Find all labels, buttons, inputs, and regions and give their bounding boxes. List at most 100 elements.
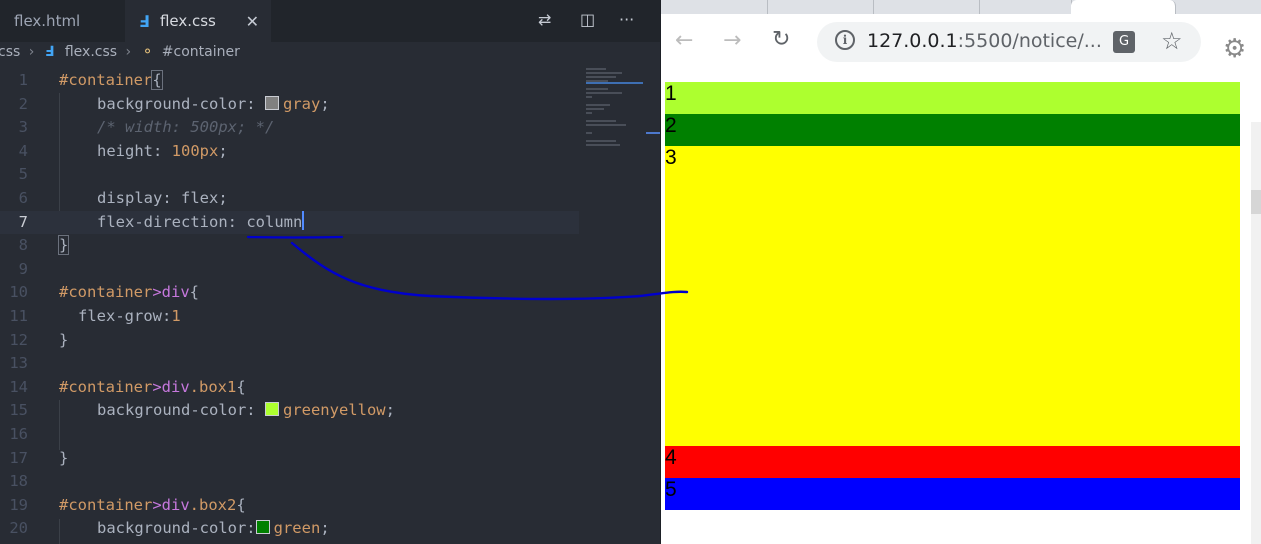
- code-token: greenyellow: [282, 401, 386, 420]
- code-line: 8}: [0, 234, 661, 258]
- split-editor-icon[interactable]: ◫: [580, 10, 595, 29]
- breadcrumb-file[interactable]: flex.css: [65, 44, 117, 60]
- box-label: 4: [665, 446, 677, 469]
- code-token: }: [57, 235, 70, 256]
- tab-label: flex.html: [14, 12, 81, 30]
- code-token: {: [151, 70, 163, 90]
- line-number: 11: [9, 306, 28, 325]
- code-token: flex-direction:: [97, 212, 237, 231]
- line-number: 6: [18, 188, 28, 207]
- box-label: 1: [665, 82, 677, 105]
- color-swatch-icon[interactable]: [255, 520, 270, 535]
- line-number: 5: [18, 165, 28, 184]
- editor-tab-bar: flex.html Ⅎ flex.css ✕ ⇄ ◫ ···: [0, 0, 661, 42]
- line-number: 7: [18, 212, 28, 231]
- minimap-highlight: [586, 82, 643, 84]
- line-number: 13: [9, 354, 28, 373]
- code-line: 3 /* width: 500px; */: [0, 116, 661, 140]
- code-line: 19 #container>div.box2{: [0, 494, 661, 518]
- more-actions-icon[interactable]: ···: [619, 10, 634, 29]
- color-swatch-icon[interactable]: [264, 402, 279, 417]
- code-token: div: [161, 495, 190, 514]
- breadcrumb-symbol[interactable]: #container: [162, 44, 240, 60]
- line-number: 2: [18, 94, 28, 113]
- address-bar[interactable]: i 127.0.0.1:5500/notice/... G ☆: [817, 22, 1201, 62]
- code-line-current: 7 flex-direction: column: [0, 210, 579, 235]
- code-line: 13: [0, 352, 661, 376]
- code-area[interactable]: 1 #container{ 2 background-color: gray; 3/…: [0, 69, 661, 541]
- line-number: 20: [9, 519, 28, 538]
- code-token: gray: [282, 94, 321, 113]
- line-number: 17: [9, 448, 28, 467]
- line-number: 19: [9, 495, 28, 514]
- line-number: 14: [9, 377, 28, 396]
- breadcrumb-folder[interactable]: css: [0, 44, 20, 60]
- code-line: 11 flex-grow:1: [0, 305, 661, 329]
- browser-tab[interactable]: [661, 0, 768, 14]
- code-token: #container: [59, 377, 153, 396]
- tab-flex-css[interactable]: Ⅎ flex.css ✕: [125, 0, 271, 42]
- url-text[interactable]: 127.0.0.1:5500/notice/...: [867, 30, 1102, 52]
- css3-icon: Ⅎ: [44, 44, 55, 60]
- browser-tab-active[interactable]: [1071, 0, 1176, 14]
- code-token: height:: [97, 141, 163, 160]
- scrollbar-thumb[interactable]: [1251, 190, 1261, 214]
- flex-box-1: 1: [665, 82, 1240, 114]
- code-line: 17}: [0, 447, 661, 471]
- browser-tab-strip: [661, 0, 1261, 14]
- code-token: background-color:: [97, 519, 256, 538]
- code-line: 9: [0, 258, 661, 282]
- code-token: div: [161, 283, 190, 302]
- browser-tab[interactable]: [979, 0, 1072, 14]
- code-line: 2 background-color: gray;: [0, 93, 661, 117]
- flex-box-2: 2: [665, 114, 1240, 146]
- code-line: 20 background-color: green;: [0, 517, 661, 541]
- back-arrow-icon[interactable]: ←: [675, 28, 693, 53]
- breadcrumb: css › Ⅎ flex.css › ⚬ #container: [0, 44, 240, 60]
- browser-tab[interactable]: [873, 0, 980, 14]
- text-cursor: [302, 210, 305, 230]
- line-number: 12: [9, 330, 28, 349]
- code-token: 100px: [171, 141, 219, 160]
- code-token: }: [59, 330, 69, 349]
- code-line: 5: [0, 163, 661, 187]
- code-line: 16: [0, 423, 661, 447]
- line-number: 18: [9, 472, 28, 491]
- code-token: ;: [385, 401, 395, 420]
- code-line: 15 background-color: greenyellow;: [0, 399, 661, 423]
- flex-box-4: 4: [665, 446, 1240, 478]
- info-icon[interactable]: i: [835, 30, 855, 50]
- code-token: #container: [59, 71, 153, 89]
- code-line: 14 #container>div.box1{: [0, 376, 661, 400]
- line-number: 16: [9, 424, 28, 443]
- color-swatch-icon[interactable]: [264, 95, 279, 110]
- code-token: green: [273, 519, 321, 538]
- url-path: :5500/notice/...: [957, 30, 1102, 52]
- line-number: 3: [18, 118, 28, 137]
- reload-icon[interactable]: ↻: [772, 27, 790, 52]
- close-icon[interactable]: ✕: [246, 12, 259, 31]
- code-line: 6 display: flex;: [0, 187, 661, 211]
- translate-icon[interactable]: G: [1113, 31, 1135, 53]
- code-line: 1 #container{: [0, 69, 661, 93]
- browser-tab[interactable]: [767, 0, 874, 14]
- tab-flex-html[interactable]: flex.html: [0, 0, 125, 42]
- source-control-compare-icon[interactable]: ⇄: [538, 10, 551, 29]
- code-token: .box1: [189, 377, 237, 396]
- symbol-class-icon: ⚬: [141, 44, 154, 60]
- line-number: 10: [9, 283, 28, 302]
- extension-gear-icon[interactable]: ⚙: [1223, 34, 1246, 64]
- scrollbar-track[interactable]: [1251, 122, 1261, 544]
- tab-label: flex.css: [159, 12, 216, 30]
- line-number: 4: [18, 141, 28, 160]
- code-token: 1: [171, 306, 181, 325]
- code-token: background-color:: [97, 401, 256, 420]
- css3-icon: Ⅎ: [139, 11, 150, 31]
- code-token: .box2: [189, 495, 237, 514]
- bookmark-star-icon[interactable]: ☆: [1161, 27, 1183, 55]
- minimap[interactable]: [586, 66, 646, 166]
- url-host: 127.0.0.1: [867, 30, 958, 52]
- page-viewport: 1 2 3 4 5: [661, 70, 1261, 544]
- code-line: 4 height: 100px;: [0, 140, 661, 164]
- forward-arrow-icon[interactable]: →: [723, 28, 741, 53]
